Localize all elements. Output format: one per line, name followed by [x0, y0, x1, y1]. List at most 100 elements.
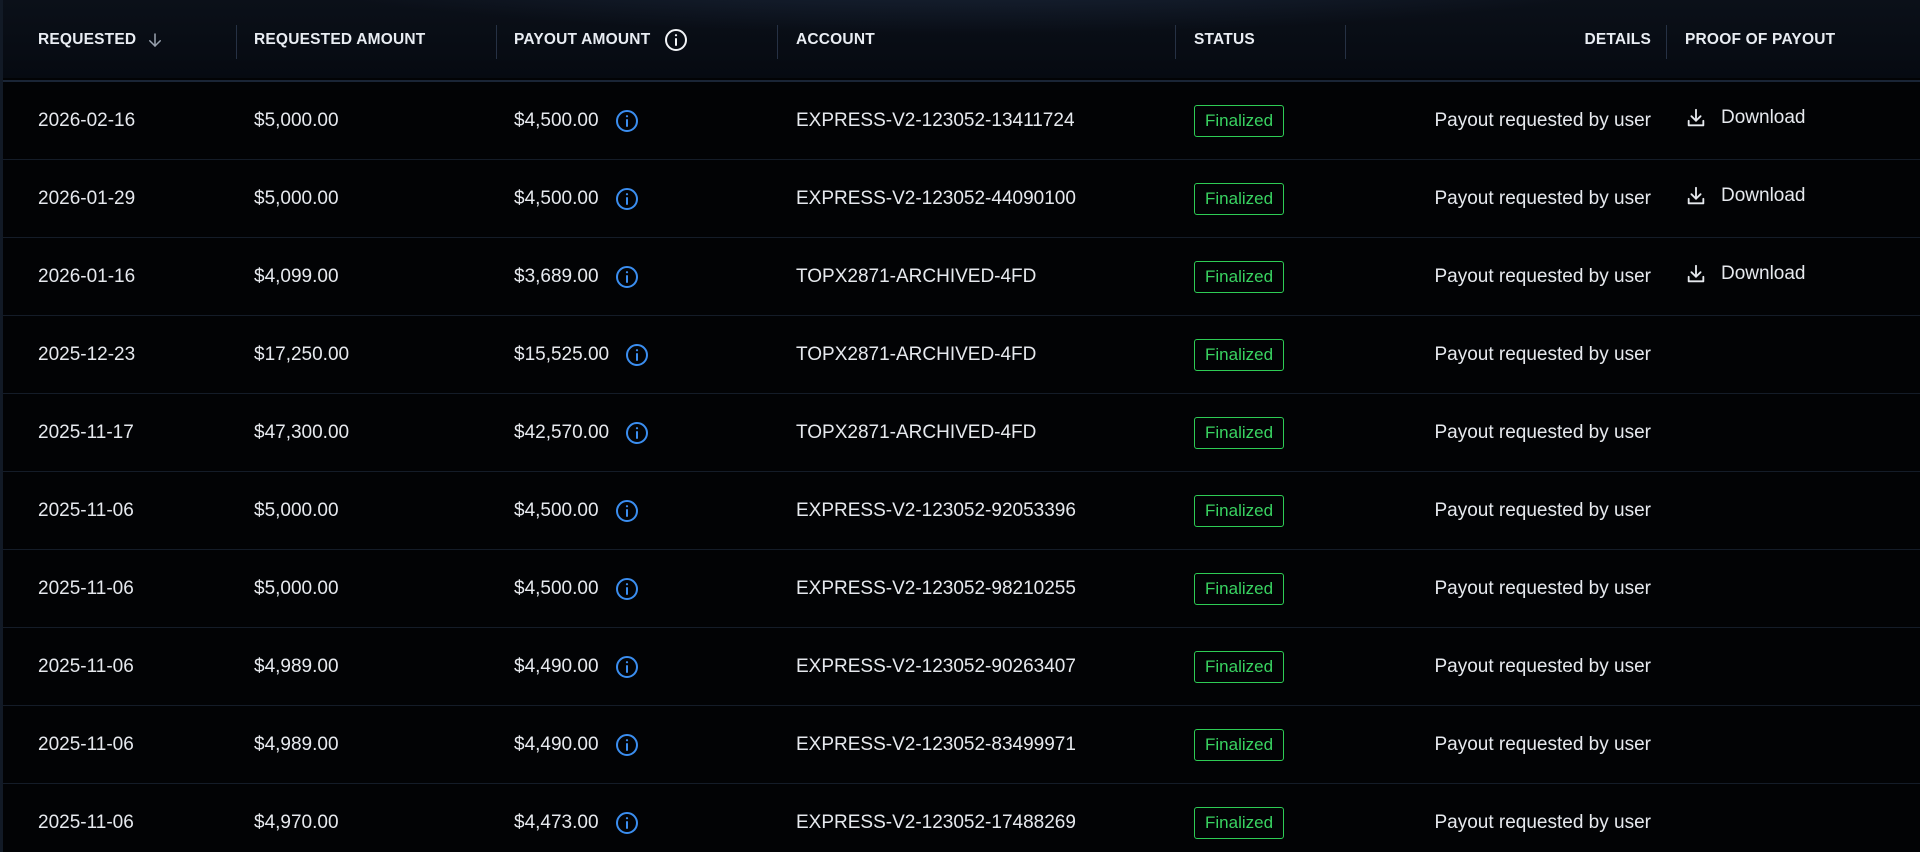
account-id: EXPRESS-V2-123052-83499971	[778, 705, 1176, 784]
details-text: Payout requested by user	[1346, 471, 1667, 550]
payout-amount-cell: $4,473.00	[497, 783, 778, 852]
status-badge: Finalized	[1194, 494, 1285, 527]
table-row: 2025-11-06 $5,000.00 $4,500.00 EXPRESS-V…	[3, 471, 1920, 550]
requested-date: 2026-01-16	[3, 237, 237, 316]
column-header-payout-amount[interactable]: PAYOUT AMOUNT	[497, 0, 778, 82]
status-badge: Finalized	[1194, 650, 1285, 683]
info-icon[interactable]	[615, 655, 639, 679]
info-icon[interactable]	[664, 28, 688, 52]
payout-amount-cell: $4,500.00	[497, 549, 778, 628]
account-id: EXPRESS-V2-123052-17488269	[778, 783, 1176, 852]
requested-date: 2025-11-06	[3, 471, 237, 550]
payout-amount: $4,473.00	[514, 811, 599, 833]
table-row: 2025-11-17 $47,300.00 $42,570.00 TOPX287…	[3, 393, 1920, 472]
payout-amount-cell: $4,500.00	[497, 471, 778, 550]
info-icon[interactable]	[615, 733, 639, 757]
proof-header-label: PROOF OF PAYOUT	[1685, 31, 1836, 48]
details-text: Payout requested by user	[1346, 705, 1667, 784]
status-badge: Finalized	[1194, 806, 1285, 839]
status-cell: Finalized	[1176, 159, 1346, 238]
info-icon[interactable]	[615, 265, 639, 289]
requested-amount: $5,000.00	[237, 81, 497, 160]
proof-of-payout-cell: Download	[1667, 159, 1920, 238]
payouts-table: REQUESTED REQUESTED AMOUNT PAYOUT AMOUNT	[3, 0, 1920, 852]
arrow-down-icon[interactable]	[146, 31, 164, 49]
payout-amount: $4,500.00	[514, 187, 599, 209]
payout-amount: $15,525.00	[514, 343, 610, 365]
requested-amount: $47,300.00	[237, 393, 497, 472]
requested-amount: $5,000.00	[237, 159, 497, 238]
status-cell: Finalized	[1176, 81, 1346, 160]
proof-of-payout-cell: Download	[1667, 237, 1920, 316]
table-row: 2025-11-06 $4,989.00 $4,490.00 EXPRESS-V…	[3, 627, 1920, 706]
status-cell: Finalized	[1176, 237, 1346, 316]
details-text: Payout requested by user	[1346, 315, 1667, 394]
details-text: Payout requested by user	[1346, 237, 1667, 316]
account-header-label: ACCOUNT	[796, 31, 875, 48]
column-header-status[interactable]: STATUS	[1176, 0, 1346, 82]
proof-of-payout-cell	[1667, 783, 1920, 852]
table-body: 2026-02-16 $5,000.00 $4,500.00 EXPRESS-V…	[3, 81, 1920, 852]
download-button[interactable]: Download	[1685, 107, 1806, 129]
info-icon[interactable]	[615, 499, 639, 523]
account-id: EXPRESS-V2-123052-44090100	[778, 159, 1176, 238]
status-cell: Finalized	[1176, 315, 1346, 394]
proof-of-payout-cell	[1667, 549, 1920, 628]
info-icon[interactable]	[615, 577, 639, 601]
download-label: Download	[1721, 106, 1806, 128]
download-label: Download	[1721, 262, 1806, 284]
download-button[interactable]: Download	[1685, 185, 1806, 207]
proof-of-payout-cell	[1667, 393, 1920, 472]
status-badge: Finalized	[1194, 416, 1285, 449]
account-id: TOPX2871-ARCHIVED-4FD	[778, 315, 1176, 394]
info-icon[interactable]	[625, 421, 649, 445]
requested-amount: $4,099.00	[237, 237, 497, 316]
status-badge: Finalized	[1194, 182, 1285, 215]
details-text: Payout requested by user	[1346, 393, 1667, 472]
status-cell: Finalized	[1176, 627, 1346, 706]
table-header: REQUESTED REQUESTED AMOUNT PAYOUT AMOUNT	[3, 0, 1920, 82]
payout-amount: $42,570.00	[514, 421, 610, 443]
requested-amount: $5,000.00	[237, 549, 497, 628]
payout-amount-cell: $4,490.00	[497, 627, 778, 706]
info-icon[interactable]	[615, 811, 639, 835]
status-badge: Finalized	[1194, 104, 1285, 137]
download-icon	[1687, 108, 1705, 126]
column-header-account[interactable]: ACCOUNT	[778, 0, 1176, 82]
info-icon[interactable]	[615, 187, 639, 211]
column-header-requested-amount[interactable]: REQUESTED AMOUNT	[237, 0, 497, 82]
table-row: 2026-02-16 $5,000.00 $4,500.00 EXPRESS-V…	[3, 81, 1920, 160]
requested-amount: $17,250.00	[237, 315, 497, 394]
download-button[interactable]: Download	[1685, 263, 1806, 285]
status-cell: Finalized	[1176, 549, 1346, 628]
details-header-label: DETAILS	[1584, 31, 1651, 48]
account-id: EXPRESS-V2-123052-13411724	[778, 81, 1176, 160]
payout-amount-cell: $4,500.00	[497, 81, 778, 160]
details-text: Payout requested by user	[1346, 549, 1667, 628]
table-row: 2025-11-06 $5,000.00 $4,500.00 EXPRESS-V…	[3, 549, 1920, 628]
payout-amount-cell: $3,689.00	[497, 237, 778, 316]
requested-amount-header-label: REQUESTED AMOUNT	[254, 31, 426, 48]
account-id: TOPX2871-ARCHIVED-4FD	[778, 393, 1176, 472]
status-cell: Finalized	[1176, 393, 1346, 472]
status-cell: Finalized	[1176, 705, 1346, 784]
account-id: EXPRESS-V2-123052-92053396	[778, 471, 1176, 550]
requested-date: 2025-12-23	[3, 315, 237, 394]
requested-amount: $4,989.00	[237, 627, 497, 706]
status-cell: Finalized	[1176, 471, 1346, 550]
requested-date: 2025-11-17	[3, 393, 237, 472]
status-badge: Finalized	[1194, 572, 1285, 605]
account-id: TOPX2871-ARCHIVED-4FD	[778, 237, 1176, 316]
payout-amount-cell: $4,500.00	[497, 159, 778, 238]
download-label: Download	[1721, 184, 1806, 206]
details-text: Payout requested by user	[1346, 159, 1667, 238]
download-icon	[1687, 264, 1705, 282]
table-row: 2026-01-29 $5,000.00 $4,500.00 EXPRESS-V…	[3, 159, 1920, 238]
requested-date: 2026-01-29	[3, 159, 237, 238]
requested-date: 2025-11-06	[3, 549, 237, 628]
status-cell: Finalized	[1176, 783, 1346, 852]
requested-amount: $4,970.00	[237, 783, 497, 852]
column-header-requested[interactable]: REQUESTED	[3, 0, 237, 82]
info-icon[interactable]	[625, 343, 649, 367]
info-icon[interactable]	[615, 109, 639, 133]
